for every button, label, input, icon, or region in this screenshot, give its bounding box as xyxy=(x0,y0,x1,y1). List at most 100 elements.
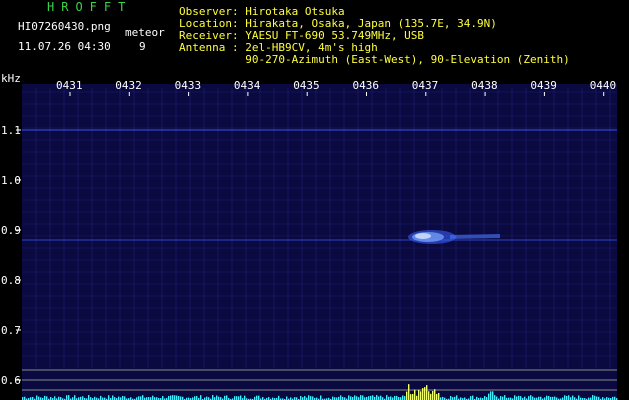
signal-level-bar xyxy=(396,395,398,400)
signal-level-bar xyxy=(46,396,48,400)
signal-level-bar xyxy=(416,395,418,400)
signal-level-bar xyxy=(514,395,516,400)
signal-level-bar xyxy=(530,395,532,400)
frequency-axis: 1.11.00.90.80.70.6 xyxy=(1,124,21,387)
signal-level-bar xyxy=(450,396,452,400)
signal-level-bar xyxy=(424,387,426,400)
signal-level-bar xyxy=(532,396,534,400)
signal-level-bar xyxy=(488,393,490,400)
time-tick-label: 0438 xyxy=(471,79,498,92)
signal-level-bar xyxy=(412,393,414,400)
time-tick-label: 0436 xyxy=(353,79,380,92)
signal-level-bar xyxy=(196,396,198,400)
signal-level-bar xyxy=(568,395,570,400)
signal-level-bar xyxy=(484,396,486,400)
signal-level-bar xyxy=(372,395,374,400)
signal-level-bar xyxy=(312,396,314,400)
signal-level-bar xyxy=(518,395,520,400)
signal-level-bar xyxy=(332,396,334,400)
signal-level-bar xyxy=(68,395,70,400)
time-tick-label: 0437 xyxy=(412,79,439,92)
signal-level-bar xyxy=(66,395,68,400)
signal-level-bar xyxy=(238,396,240,400)
time-tick-label: 0439 xyxy=(530,79,557,92)
signal-level-bar xyxy=(422,388,424,400)
signal-level-bar xyxy=(594,395,596,400)
signal-level-bar xyxy=(496,396,498,400)
signal-level-bar xyxy=(194,396,196,400)
signal-level-bar xyxy=(74,395,76,400)
signal-level-bar xyxy=(300,395,302,400)
unit-label: kHz xyxy=(1,72,21,85)
time-tick-label: 0432 xyxy=(115,79,142,92)
time-tick-label: 0440 xyxy=(590,79,617,92)
signal-level-bar xyxy=(244,395,246,400)
signal-level-bar xyxy=(278,395,280,400)
time-tick-label: 0433 xyxy=(175,79,202,92)
signal-level-bar xyxy=(122,395,124,400)
time-tick-label: 0434 xyxy=(234,79,261,92)
signal-level-bar xyxy=(54,396,56,400)
signal-level-bar xyxy=(350,396,352,400)
signal-level-bar xyxy=(108,395,110,400)
signal-level-bar xyxy=(578,395,580,400)
time-tick-label: 0435 xyxy=(293,79,320,92)
signal-level-bar xyxy=(180,396,182,400)
signal-level-bar xyxy=(304,396,306,400)
signal-level-bar xyxy=(456,395,458,400)
signal-level-bar xyxy=(494,395,496,400)
signal-level-bar xyxy=(172,395,174,400)
signal-level-bar xyxy=(390,396,392,400)
signal-level-bar xyxy=(492,391,494,400)
signal-level-bar xyxy=(138,396,140,400)
signal-level-bar xyxy=(286,396,288,400)
signal-level-bar xyxy=(572,395,574,400)
signal-level-bar xyxy=(406,391,408,400)
signal-level-bar xyxy=(420,391,422,400)
signal-level-bar xyxy=(592,395,594,400)
signal-level-bar xyxy=(320,395,322,400)
signal-level-bar xyxy=(402,395,404,400)
signal-level-bar xyxy=(88,395,90,400)
signal-level-bar xyxy=(566,395,568,400)
signal-level-bar xyxy=(394,395,396,400)
signal-level-bar xyxy=(438,392,440,400)
signal-level-bar xyxy=(490,391,492,400)
signal-level-bar xyxy=(112,395,114,400)
signal-level-bar xyxy=(340,395,342,400)
signal-level-bar xyxy=(256,395,258,400)
signal-level-bar xyxy=(308,395,310,400)
signal-level-bar xyxy=(404,396,406,400)
signal-level-bar xyxy=(212,395,214,400)
signal-level-bar xyxy=(354,395,356,400)
signal-level-bar xyxy=(528,396,530,400)
signal-level-bar xyxy=(118,396,120,400)
signal-level-bar xyxy=(418,389,420,400)
signal-level-bar xyxy=(200,395,202,400)
signal-level-bar xyxy=(428,391,430,400)
signal-level-bar xyxy=(100,395,102,400)
signal-level-bar xyxy=(218,396,220,400)
signal-level-bar xyxy=(386,395,388,400)
signal-level-bar xyxy=(142,395,144,400)
signal-level-bar xyxy=(240,395,242,400)
signal-level-bar xyxy=(224,395,226,400)
signal-level-bar xyxy=(368,396,370,400)
signal-level-bar xyxy=(226,395,228,400)
signal-level-bar xyxy=(410,394,412,400)
signal-level-bar xyxy=(234,396,236,400)
signal-level-bar xyxy=(162,396,164,400)
signal-level-bar xyxy=(430,393,432,400)
signal-level-bar xyxy=(376,395,378,400)
signal-level-bar xyxy=(548,396,550,400)
signal-level-bar xyxy=(434,389,436,400)
signal-level-bar xyxy=(520,396,522,400)
signal-level-bar xyxy=(380,395,382,400)
signal-level-bar xyxy=(564,395,566,400)
signal-level-bar xyxy=(178,396,180,400)
signal-level-bar xyxy=(378,396,380,400)
signal-level-bar xyxy=(472,395,474,400)
signal-level-bar xyxy=(370,395,372,400)
signal-level-bar xyxy=(524,396,526,400)
signal-level-bar xyxy=(152,395,154,400)
